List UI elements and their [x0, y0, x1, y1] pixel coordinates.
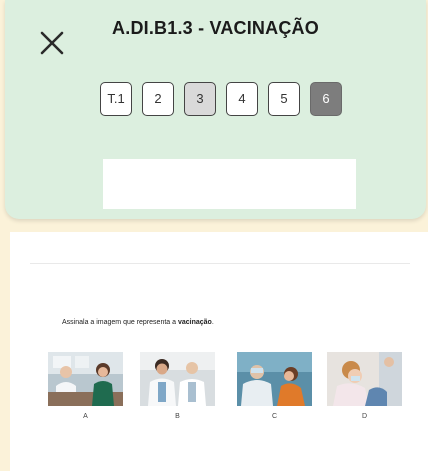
- doctor-patient-consult-image: [48, 352, 123, 406]
- option-a[interactable]: A: [48, 352, 123, 420]
- tab-2[interactable]: 2: [142, 82, 174, 116]
- answer-field[interactable]: [103, 159, 356, 209]
- option-d-label: D: [361, 413, 368, 420]
- option-b[interactable]: B: [140, 352, 215, 420]
- tab-6[interactable]: 6: [310, 82, 342, 116]
- option-c-label: C: [271, 413, 278, 420]
- question-text: Assinala a imagem que representa a vacin…: [62, 319, 214, 326]
- child-vaccination-image: [237, 352, 312, 406]
- option-c[interactable]: C: [237, 352, 312, 420]
- tab-4[interactable]: 4: [226, 82, 258, 116]
- tab-3[interactable]: 3: [184, 82, 216, 116]
- tab-5[interactable]: 5: [268, 82, 300, 116]
- header-panel: A.DI.B1.3 - VACINAÇÃO T.1 2 3 4 5 6: [5, 0, 426, 219]
- option-d[interactable]: D: [327, 352, 402, 420]
- question-text-end: .: [211, 319, 214, 326]
- question-text-start: Assinala a imagem que representa a: [62, 319, 178, 326]
- tab-1[interactable]: T.1: [100, 82, 132, 116]
- doctors-colleagues-image: [140, 352, 215, 406]
- option-a-label: A: [83, 413, 88, 420]
- divider: [30, 263, 410, 264]
- page-title: A.DI.B1.3 - VACINAÇÃO: [112, 18, 319, 38]
- question-tabs: T.1 2 3 4 5 6: [100, 82, 370, 118]
- option-b-label: B: [175, 413, 180, 420]
- question-keyword: vacinação: [177, 319, 212, 326]
- child-dental-checkup-image: [327, 352, 402, 406]
